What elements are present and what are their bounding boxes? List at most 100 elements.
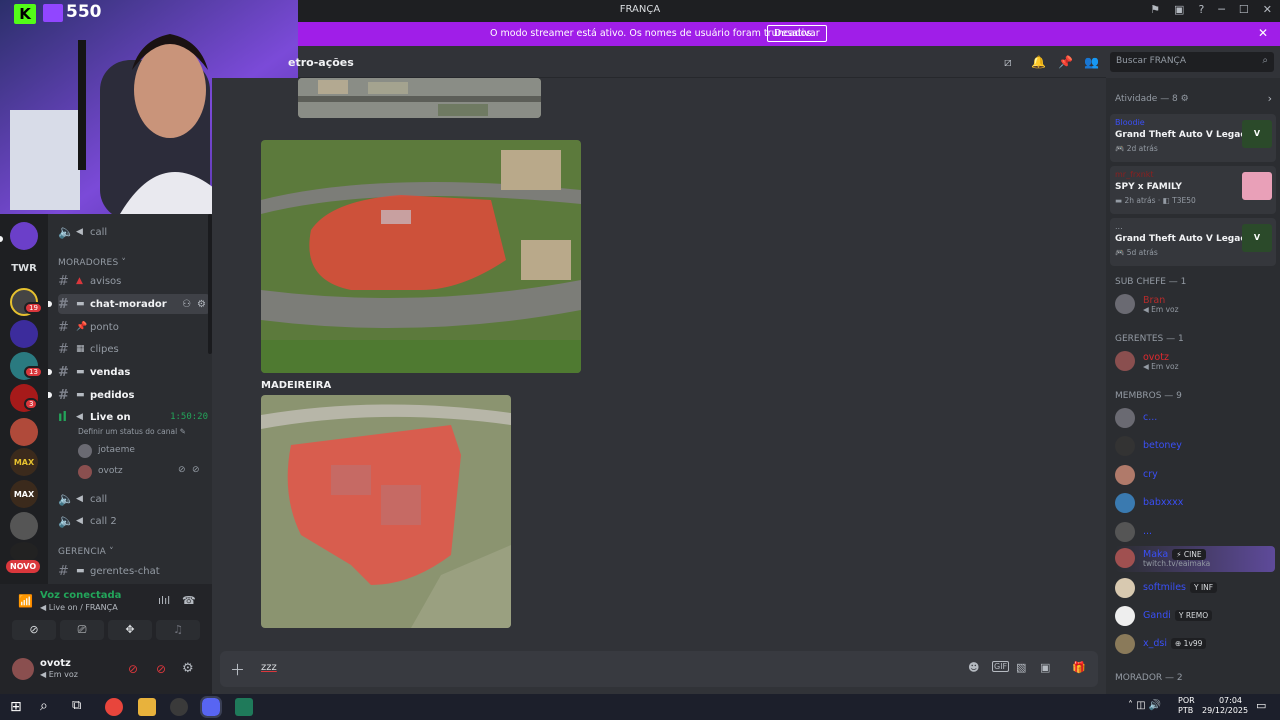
new-server-badge[interactable]: NOVO [6,560,41,573]
voice-user-jotaeme[interactable]: jotaeme [78,443,208,461]
map-image-madeireira[interactable] [261,395,511,628]
emoji-picker-icon[interactable]: ▣ [1040,661,1050,674]
disconnect-icon[interactable]: ☎ [182,594,196,607]
message-input[interactable]: zzz [261,662,277,673]
flag-icon[interactable]: ⚑ [1150,3,1160,16]
camera-off-button[interactable]: ⊘ [12,620,56,640]
channel-chat-morador[interactable]: # ▬ chat-morador ⚇ ⚙ [58,294,210,314]
mic-muted-icon[interactable]: ⊘ [128,662,138,676]
invite-icon[interactable]: ⚇ [182,299,191,310]
channel-avisos[interactable]: # ▲ avisos [58,271,210,291]
inbox-icon[interactable]: ▣ [1174,3,1184,16]
member-row[interactable]: softmiles Y INF [1115,576,1275,602]
gta-icon: V [1242,120,1272,148]
gear-icon[interactable]: ⚙ [197,299,206,310]
server-icon-11[interactable] [10,542,38,562]
server-icon-deathmax-1[interactable]: MAX [10,448,38,476]
channel-vendas[interactable]: # ▬ vendas [58,362,210,382]
chrome-icon[interactable] [105,698,123,716]
deafen-icon: ⊘ [192,465,200,475]
voice-channel-call-2[interactable]: 🔈 ◀ call 2 [58,511,210,531]
app-icon[interactable] [235,698,253,716]
discord-icon[interactable] [200,696,222,718]
signal-icon[interactable]: 📶 [18,594,33,608]
sticker-icon[interactable]: ▧ [1016,661,1026,674]
apps-icon[interactable]: ☻ [968,661,979,674]
notifications-icon[interactable]: ▭ [1256,699,1266,712]
channel-status[interactable]: Definir um status do canal ✎ [78,427,186,436]
gif-icon[interactable]: GIF [992,661,1010,672]
member-row[interactable]: betoney [1115,434,1275,460]
hash-icon: # [58,563,69,579]
map-image-top[interactable] [298,78,541,118]
activities-button[interactable]: ✥ [108,620,152,640]
chevron-right-icon[interactable]: › [1268,92,1272,105]
member-row[interactable]: Gandi Y REMO [1115,604,1275,630]
user-avatar[interactable] [12,658,34,680]
noise-icon[interactable]: ılıl [158,594,170,607]
channel-ponto[interactable]: # 📌 ponto [58,317,210,337]
settings-gear-icon[interactable]: ⚙ [182,661,194,676]
member-row[interactable]: x_dsi ⊕ 1v99 [1115,632,1275,658]
server-icon-1[interactable] [10,222,38,250]
alert-icon: ▲ [76,276,83,286]
help-icon[interactable]: ? [1198,3,1204,16]
file-explorer-icon[interactable] [138,698,156,716]
obs-icon[interactable] [170,698,188,716]
clock[interactable]: 07:04 29/12/2025 [1202,696,1248,716]
bell-icon[interactable]: 🔔 [1031,55,1046,69]
server-icon-10[interactable] [10,512,38,540]
volume-icon: ◀ [76,227,83,237]
disable-streamer-button[interactable]: Desativar [767,25,827,42]
channel-clipes[interactable]: # ▦ clipes [58,339,210,359]
close-banner-icon[interactable]: ✕ [1258,26,1268,40]
language-indicator[interactable]: POR PTB [1178,696,1195,716]
activity-card-1[interactable]: Bloodie Grand Theft Auto V Legacy 🎮 2d a… [1110,114,1276,162]
screen-share-button[interactable]: ⎚ [60,620,104,640]
category-moradores[interactable]: MORADORES ˅ [58,258,126,268]
category-gerencia[interactable]: GERENCIA ˅ [58,547,114,557]
voice-location[interactable]: ◀ Live on / FRANÇA [40,603,118,612]
member-row[interactable]: cry [1115,463,1275,489]
activity-card-3[interactable]: ... Grand Theft Auto V Legacy 🎮 5d atrás… [1110,218,1276,266]
server-icon-twr[interactable]: TWR [10,254,38,282]
deafened-icon[interactable]: ⊘ [156,662,166,676]
tray-chevron-icon[interactable]: ˄ ◫ 🔊 [1128,700,1161,711]
server-icon-4[interactable] [10,320,38,348]
minimize-icon[interactable]: ─ [1218,3,1225,16]
add-attachment-icon[interactable]: ＋ [230,659,245,680]
pin-icon[interactable]: 📌 [1058,55,1073,69]
hash-icon: # [58,341,69,357]
members-icon[interactable]: 👥 [1084,55,1099,69]
channel-gerentes-chat[interactable]: # ▬ gerentes-chat [58,561,210,581]
gift-icon[interactable]: 🎁 [1072,661,1086,674]
member-row[interactable]: Bran ◀ Em voz [1115,292,1275,318]
member-row[interactable]: Maka ⚡ CINE twitch.tv/eaimaka [1115,546,1275,572]
soundboard-button[interactable]: ♫ [156,620,200,640]
avatar [1115,408,1135,428]
search-icon[interactable]: ⌕ [40,698,48,714]
windows-start-icon[interactable]: ⊞ [10,699,22,715]
group-title-morador: MORADOR — 2 [1115,673,1183,683]
message-composer[interactable]: ＋ zzz ☻ GIF ▧ ▣ 🎁 [220,651,1098,687]
maximize-icon[interactable]: ☐ [1239,3,1249,16]
server-icon-7[interactable] [10,418,38,446]
member-row[interactable]: babxxxx [1115,491,1275,517]
close-window-icon[interactable]: ✕ [1263,3,1272,16]
server-icon-deathmax-2[interactable]: MAX [10,480,38,508]
activity-card-2[interactable]: mr_frxnkt SPY x FAMILY ▬ 2h atrás · ◧ T3… [1110,166,1276,214]
threads-icon[interactable]: ⧄ [1004,55,1012,70]
task-view-icon[interactable]: ⧉ [72,698,81,713]
user-panel: 📶 Voz conectada ◀ Live on / FRANÇA ılıl … [0,584,212,694]
member-row[interactable]: c... [1115,406,1275,432]
search-input[interactable]: Buscar FRANÇA ⌕ [1110,52,1274,72]
unread-pip [48,301,52,307]
member-row[interactable]: ovotz ◀ Em voz [1115,349,1275,375]
map-image-zone-1[interactable] [261,140,581,373]
channel-pedidos[interactable]: # ▬ pedidos [58,385,210,405]
voice-channel-call-top[interactable]: 🔈 ◀ call [58,222,210,242]
member-row[interactable]: ... [1115,520,1275,546]
voice-channel-call[interactable]: 🔈 ◀ call [58,489,210,509]
voice-user-ovotz[interactable]: ovotz ⊘ ⊘ [78,464,208,482]
voice-channel-live-on[interactable]: ıl ◀ Live on 1:50:20 [58,407,210,427]
